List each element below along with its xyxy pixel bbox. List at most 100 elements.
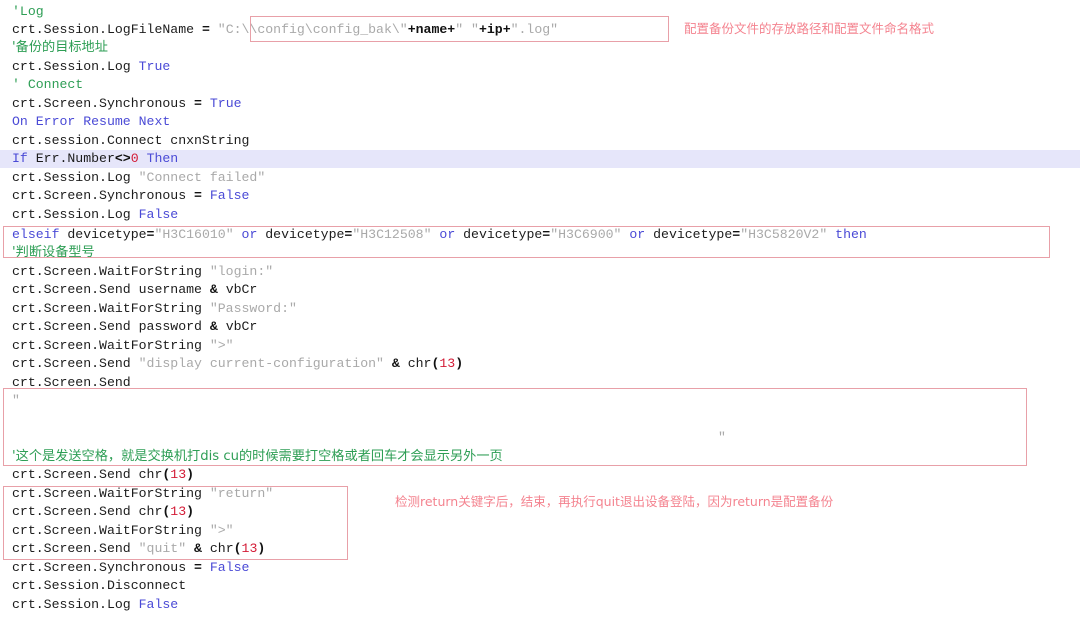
code-token-comment: '备份的目标地址 (12, 40, 108, 55)
code-line[interactable]: crt.session.Connect cnxnString (0, 132, 1080, 150)
code-line-text: crt.Session.Log False (0, 206, 178, 224)
code-token-plain: crt.Screen.WaitForString (12, 338, 210, 353)
code-token-string: ">" (209, 338, 234, 353)
code-token-plain: crt.Screen.Send (12, 375, 131, 390)
code-token-string: "H3C5820V2" (740, 227, 828, 242)
code-token-op: ) (455, 356, 464, 371)
code-line[interactable]: crt.Session.Disconnect (0, 577, 1080, 595)
code-line-text: crt.Session.Log True (0, 58, 170, 76)
code-line-text: crt.Screen.WaitForString "Password:" (0, 300, 297, 318)
code-token-op: = (201, 22, 210, 37)
code-token-plain: crt.Screen.WaitForString (12, 301, 210, 316)
code-line-text: crt.Screen.Send "quit" & chr(13) (0, 540, 265, 558)
code-line[interactable]: If Err.Number<>0 Then (0, 150, 1080, 169)
code-token-op: ) (257, 541, 266, 556)
code-line[interactable]: crt.Screen.Send password & vbCr (0, 318, 1080, 336)
code-listing[interactable]: 'Log crt.Session.LogFileName = "C:\\confi… (0, 0, 1080, 626)
code-token-plain: crt.Screen.WaitForString (12, 264, 210, 279)
code-line-text: crt.Session.Log False (0, 596, 178, 614)
code-line-text: crt.Screen.Synchronous = False (0, 559, 249, 577)
code-token-plain: vbCr (217, 282, 258, 297)
code-line-text: " (0, 392, 20, 410)
code-line-text: '备份的目标地址 (0, 39, 108, 57)
code-line[interactable]: crt.Screen.Send username & vbCr (0, 281, 1080, 299)
code-line[interactable]: crt.Screen.WaitForString ">" (0, 337, 1080, 355)
code-token-string: ">" (209, 523, 234, 538)
code-token-keyword: On Error Resume Next (12, 114, 171, 129)
code-token-string: "login:" (209, 264, 274, 279)
code-token-plain: crt.Screen.Send (12, 356, 139, 371)
code-line-text: If Err.Number<>0 Then (0, 150, 178, 168)
code-token-op: = (194, 560, 202, 575)
code-line[interactable]: crt.Session.Log "Connect failed" (0, 169, 1080, 187)
code-line[interactable]: '这个是发送空格，就是交换机打dis cu的时候需要打空格或者回车才会显示另外一… (0, 448, 1080, 466)
code-line-text: crt.Screen.Send username & vbCr (0, 281, 257, 299)
code-line[interactable]: ' Connect (0, 76, 1080, 94)
code-token-string: "H3C12508" (352, 227, 432, 242)
code-line[interactable]: crt.Session.Log False (0, 206, 1080, 224)
code-line[interactable]: crt.Session.Log True (0, 58, 1080, 76)
code-token-op: ( (233, 541, 242, 556)
code-line[interactable]: crt.Session.Log False (0, 596, 1080, 614)
code-token-keyword: False (209, 188, 250, 203)
code-token-plain: crt.Session.Log (12, 597, 139, 612)
code-token-plain: crt.Session.Log (12, 170, 139, 185)
code-line[interactable]: crt.Screen.Send chr(13) (0, 466, 1080, 484)
note-return-keyword: 检测return关键字后，结束，再执行quit退出设备登陆，因为return是配… (395, 494, 834, 509)
code-line[interactable]: 'Log (0, 3, 1080, 21)
code-line-text: crt.session.Connect cnxnString (0, 132, 249, 150)
code-token-string: "display current-configuration" (138, 356, 384, 371)
code-token-plain: crt.Screen.Send password (12, 319, 210, 334)
code-token-op: ) (186, 504, 195, 519)
code-token-op: <> (114, 151, 131, 166)
code-line[interactable] (0, 411, 1080, 429)
code-line-text: crt.Screen.WaitForString "login:" (0, 263, 273, 281)
code-token-plain: chr (201, 541, 234, 556)
code-line-text: crt.Session.LogFileName = "C:\\config\co… (0, 21, 558, 39)
code-line-text: ' Connect (0, 76, 83, 94)
code-line[interactable]: '备份的目标地址 (0, 39, 1080, 57)
code-line[interactable]: On Error Resume Next (0, 113, 1080, 131)
code-line[interactable]: crt.Screen.Send "display current-configu… (0, 355, 1080, 373)
code-token-op: & (209, 282, 218, 297)
code-line[interactable]: crt.Screen.Synchronous = True (0, 95, 1080, 113)
code-token-number: 13 (241, 541, 258, 556)
code-token-op: & (194, 541, 202, 556)
code-line-text: '这个是发送空格，就是交换机打dis cu的时候需要打空格或者回车才会显示另外一… (0, 448, 503, 466)
code-token-plain: crt.Screen.Send chr (12, 504, 163, 519)
code-line-text: crt.Screen.Send password & vbCr (0, 318, 257, 336)
code-line[interactable]: crt.Screen.Synchronous = False (0, 187, 1080, 205)
code-token-comment: '判断设备型号 (12, 245, 95, 260)
code-line[interactable]: crt.Screen.WaitForString "Password:" (0, 300, 1080, 318)
code-token-keyword: then (835, 227, 867, 242)
code-token-plain: crt.Screen.WaitForString (12, 523, 210, 538)
code-token-string: " (12, 393, 20, 408)
code-line[interactable]: elseif devicetype="H3C16010" or devicety… (0, 226, 1080, 244)
code-line-text: crt.Screen.Send (0, 374, 131, 392)
code-token-plain: crt.Screen.Send (12, 541, 139, 556)
code-token-plain: crt.Screen.Synchronous (12, 560, 195, 575)
code-line[interactable]: crt.Screen.Synchronous = False (0, 559, 1080, 577)
code-line[interactable]: '判断设备型号 (0, 244, 1080, 262)
code-line-text: crt.Screen.Send chr(13) (0, 466, 194, 484)
code-token-comment: 'Log (12, 4, 44, 19)
code-line[interactable]: crt.Screen.Send "quit" & chr(13) (0, 540, 1080, 558)
code-token-op: & (209, 319, 218, 334)
code-line[interactable]: crt.Screen.WaitForString "login:" (0, 263, 1080, 281)
code-line-text: '判断设备型号 (0, 244, 95, 262)
code-line-text: crt.Screen.WaitForString ">" (0, 522, 234, 540)
code-token-plain: crt.session.Connect cnxnString (12, 133, 250, 148)
code-line[interactable]: " (0, 392, 1080, 410)
code-token-plain: crt.Screen.Synchronous (12, 96, 195, 111)
code-line[interactable]: crt.Screen.WaitForString ">" (0, 522, 1080, 540)
code-token-op: & (391, 356, 400, 371)
code-token-keyword: False (138, 207, 179, 222)
code-line[interactable]: crt.Screen.Send (0, 374, 1080, 392)
code-token-plain: crt.Session.LogFileName (12, 22, 202, 37)
code-token-plain: devicetype (645, 227, 733, 242)
